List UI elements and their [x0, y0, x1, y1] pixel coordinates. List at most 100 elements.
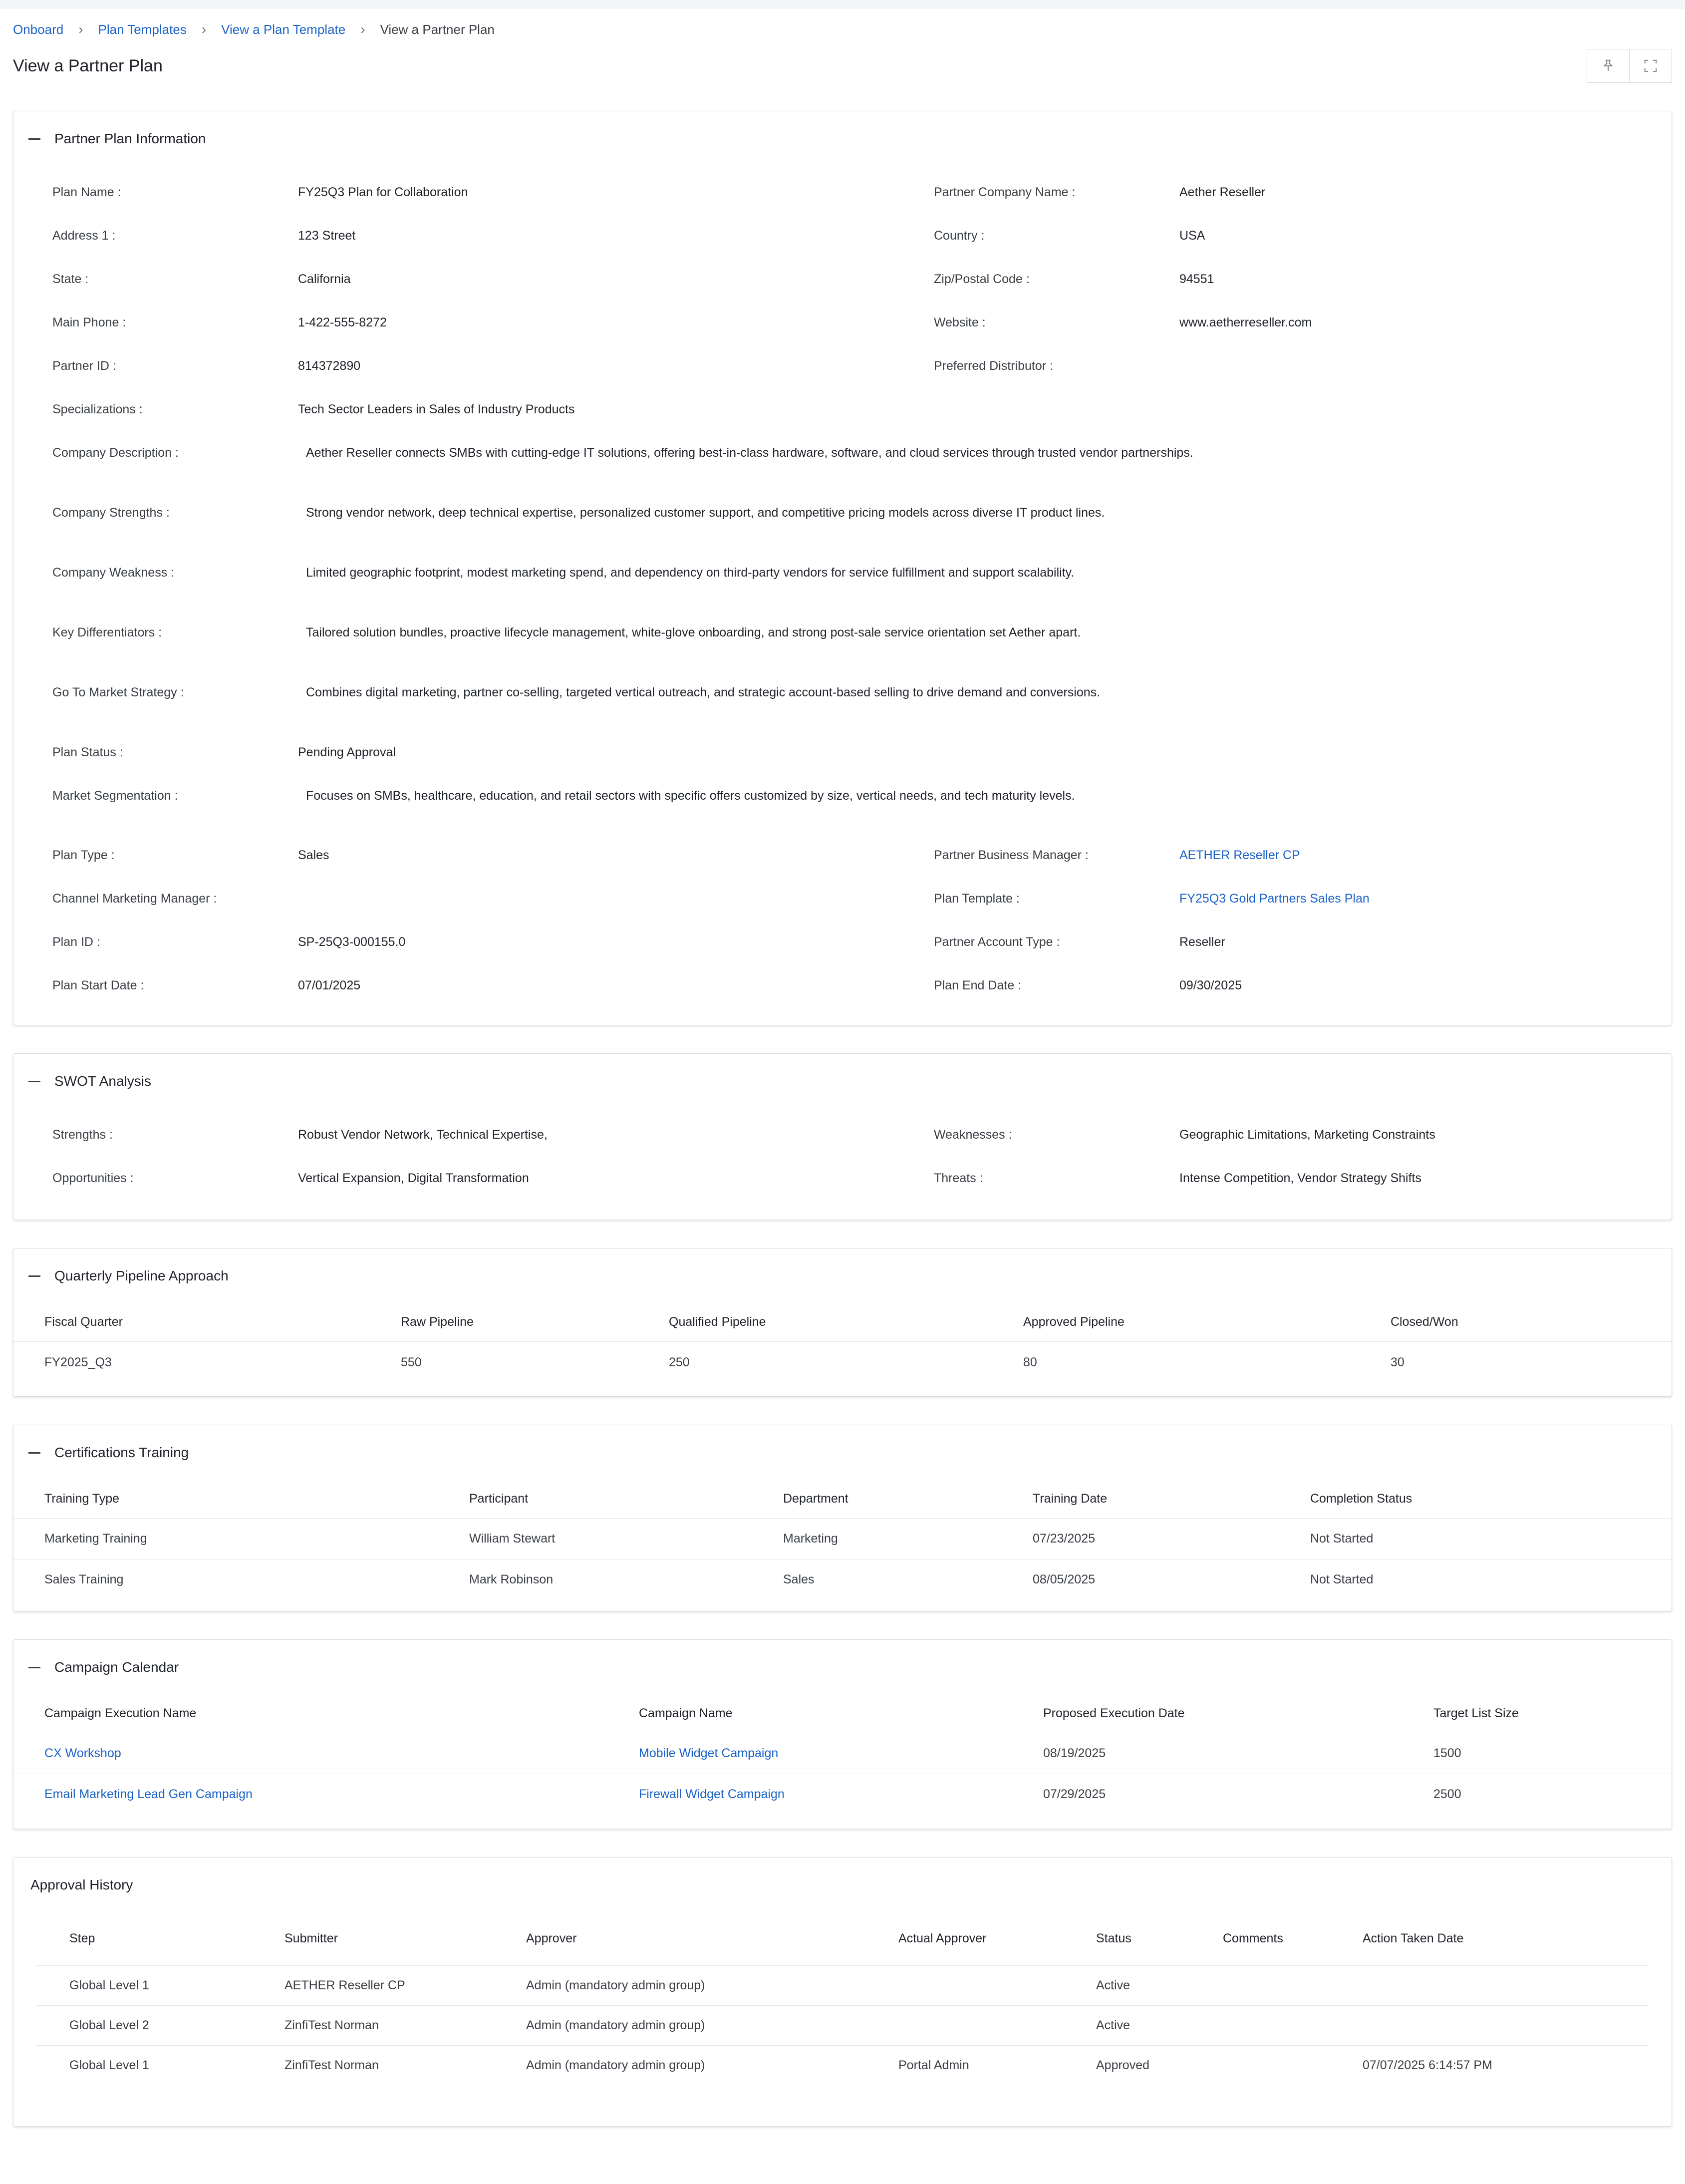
table-cell: 07/23/2025: [1032, 1518, 1310, 1559]
swot-card: SWOT Analysis Strengths : Robust Vendor …: [13, 1053, 1672, 1220]
breadcrumb-plan-templates[interactable]: Plan Templates: [98, 22, 187, 37]
campaign-name-link[interactable]: Mobile Widget Campaign: [638, 1732, 1043, 1774]
plan-start-date-label: Plan Start Date :: [52, 978, 144, 992]
company-description-value: Aether Reseller connects SMBs with cutti…: [306, 446, 1193, 460]
table-cell: FY2025_Q3: [13, 1341, 400, 1383]
column-header: Proposed Execution Date: [1043, 1706, 1185, 1721]
table-cell: Marketing: [783, 1518, 1032, 1559]
campaign-calendar-card: Campaign Calendar Campaign Execution Nam…: [13, 1639, 1672, 1829]
column-header: Training Date: [1033, 1492, 1108, 1506]
partner-plan-info-header[interactable]: Partner Plan Information: [13, 111, 1672, 166]
partner-plan-info-card: Partner Plan Information Plan Name : FY2…: [13, 111, 1672, 1025]
campaign-calendar-header[interactable]: Campaign Calendar: [13, 1640, 1672, 1695]
main-phone-value: 1-422-555-8272: [298, 315, 387, 329]
partner-account-type-value: Reseller: [1179, 935, 1225, 949]
campaign-execution-link[interactable]: Email Marketing Lead Gen Campaign: [13, 1773, 638, 1815]
column-header: Campaign Name: [639, 1706, 733, 1721]
table-cell: 07/07/2025 6:14:57 PM: [1362, 2045, 1648, 2085]
address1-label: Address 1 :: [52, 229, 116, 243]
pipeline-header[interactable]: Quarterly Pipeline Approach: [13, 1248, 1672, 1303]
country-label: Country :: [934, 229, 985, 243]
partner-company-name-value: Aether Reseller: [1179, 185, 1266, 199]
zip-value: 94551: [1179, 272, 1214, 286]
top-strip: [0, 0, 1685, 9]
table-cell: Admin (mandatory admin group): [526, 2045, 898, 2085]
column-header: Actual Approver: [898, 1931, 987, 1946]
table-cell: Global Level 1: [36, 2045, 284, 2085]
pipeline-table: Fiscal Quarter Raw Pipeline Qualified Pi…: [13, 1303, 1672, 1383]
section-title: Partner Plan Information: [54, 131, 206, 146]
column-header: Approver: [526, 1931, 577, 1946]
certifications-card: Certifications Training Training Type Pa…: [13, 1425, 1672, 1611]
website-label: Website :: [934, 315, 986, 329]
breadcrumb-onboard[interactable]: Onboard: [13, 22, 63, 37]
country-value: USA: [1179, 229, 1205, 243]
table-cell: 07/29/2025: [1043, 1773, 1433, 1815]
table-cell: 550: [400, 1341, 668, 1383]
column-header: Campaign Execution Name: [44, 1706, 197, 1721]
chevron-right-icon: ›: [78, 21, 83, 37]
collapse-icon[interactable]: [28, 1275, 40, 1277]
section-title: Quarterly Pipeline Approach: [54, 1268, 229, 1283]
swot-header[interactable]: SWOT Analysis: [13, 1054, 1672, 1109]
table-cell: Active: [1096, 1965, 1222, 2005]
plan-status-label: Plan Status :: [52, 745, 123, 759]
column-header: Status: [1096, 1931, 1131, 1946]
column-header: Submitter: [284, 1931, 338, 1946]
certifications-header[interactable]: Certifications Training: [13, 1425, 1672, 1480]
company-weakness-value: Limited geographic footprint, modest mar…: [306, 566, 1075, 580]
partner-business-manager-link[interactable]: AETHER Reseller CP: [1179, 848, 1300, 863]
table-cell: Approved: [1096, 2045, 1222, 2085]
gtm-strategy-value: Combines digital marketing, partner co-s…: [306, 685, 1101, 699]
pin-icon: [1603, 59, 1613, 71]
table-cell: [1222, 1965, 1362, 2005]
table-cell: 80: [1023, 1341, 1390, 1383]
plan-template-link[interactable]: FY25Q3 Gold Partners Sales Plan: [1179, 892, 1370, 906]
table-cell: Not Started: [1310, 1559, 1672, 1600]
plan-type-label: Plan Type :: [52, 848, 115, 862]
approval-history-card: Approval History Step Submitter Approver…: [13, 1857, 1672, 2127]
table-cell: 08/19/2025: [1043, 1732, 1433, 1774]
partner-company-name-label: Partner Company Name :: [934, 185, 1076, 199]
fullscreen-button[interactable]: [1630, 49, 1672, 83]
table-cell: 08/05/2025: [1032, 1559, 1310, 1600]
collapse-icon[interactable]: [28, 1080, 40, 1082]
plan-name-label: Plan Name :: [52, 185, 121, 199]
breadcrumb-view-plan-template[interactable]: View a Plan Template: [221, 22, 345, 37]
threats-value: Intense Competition, Vendor Strategy Shi…: [1179, 1171, 1421, 1185]
table-cell: 250: [668, 1341, 1023, 1383]
zip-label: Zip/Postal Code :: [934, 272, 1030, 286]
table-row: Global Level 2 ZinfiTest Norman Admin (m…: [36, 2005, 1648, 2045]
plan-end-date-label: Plan End Date :: [934, 978, 1022, 992]
table-cell: Admin (mandatory admin group): [526, 1965, 898, 2005]
pin-button[interactable]: [1587, 49, 1630, 83]
section-title: Approval History: [30, 1877, 133, 1892]
collapse-icon[interactable]: [28, 138, 40, 140]
approval-table: Step Submitter Approver Actual Approver …: [36, 1912, 1648, 2085]
specializations-label: Specializations :: [52, 402, 143, 416]
table-cell: Admin (mandatory admin group): [526, 2005, 898, 2045]
breadcrumb-current: View a Partner Plan: [380, 21, 495, 37]
table-cell: [898, 2005, 1096, 2045]
table-cell: Marketing Training: [13, 1518, 469, 1559]
column-header: Participant: [469, 1492, 529, 1506]
plan-type-value: Sales: [298, 848, 329, 862]
breadcrumb: Onboard › Plan Templates › View a Plan T…: [13, 17, 1672, 42]
campaign-name-link[interactable]: Firewall Widget Campaign: [638, 1773, 1043, 1815]
table-cell: Sales Training: [13, 1559, 469, 1600]
section-title: Certifications Training: [54, 1445, 189, 1460]
table-cell: Global Level 1: [36, 1965, 284, 2005]
column-header: Target List Size: [1433, 1706, 1519, 1721]
table-cell: [1362, 2005, 1648, 2045]
plan-end-date-value: 09/30/2025: [1179, 978, 1242, 992]
collapse-icon[interactable]: [28, 1452, 40, 1454]
specializations-value: Tech Sector Leaders in Sales of Industry…: [298, 402, 575, 416]
section-title: Campaign Calendar: [54, 1659, 179, 1675]
weaknesses-value: Geographic Limitations, Marketing Constr…: [1179, 1128, 1435, 1142]
column-header: Comments: [1223, 1931, 1283, 1946]
partner-id-value: 814372890: [298, 359, 361, 373]
collapse-icon[interactable]: [28, 1666, 40, 1668]
state-value: California: [298, 272, 351, 286]
campaign-execution-link[interactable]: CX Workshop: [13, 1732, 638, 1774]
table-cell: [1222, 2045, 1362, 2085]
